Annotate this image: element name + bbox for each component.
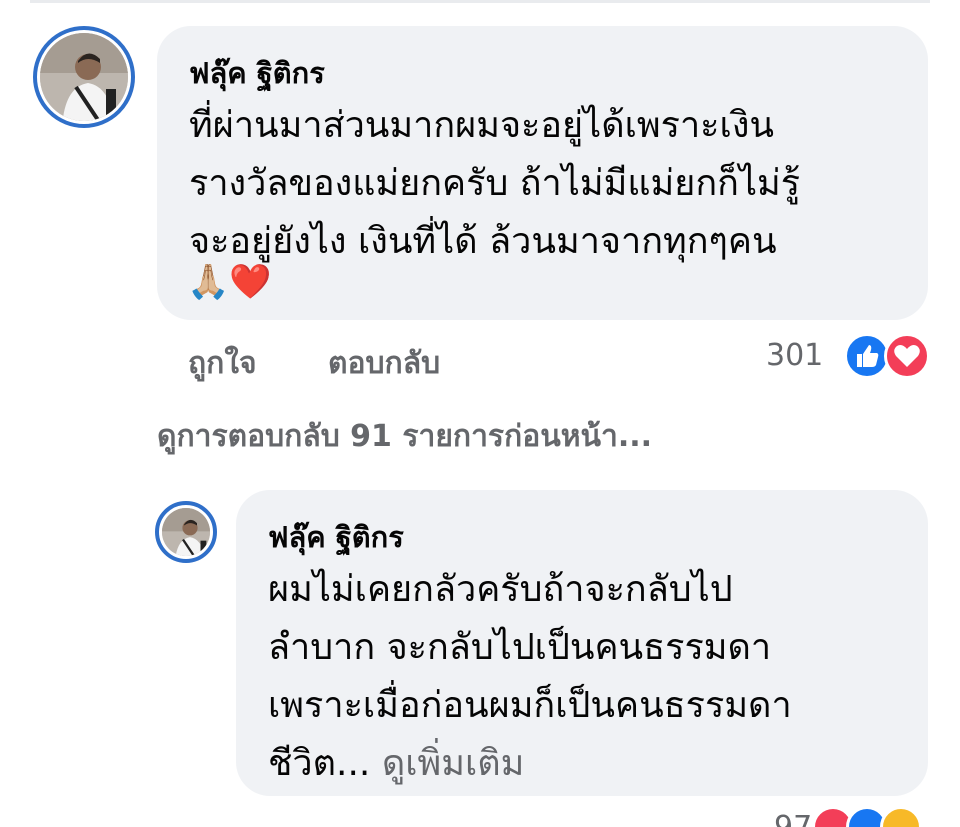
haha-icon	[880, 806, 922, 827]
reply-avatar[interactable]	[155, 501, 217, 563]
person-silhouette-icon	[40, 33, 128, 121]
reply-button[interactable]: ตอบกลับ	[328, 340, 440, 387]
avatar-photo	[40, 33, 128, 121]
comment-text-line: จะอยู่ยังไง เงินที่ได้ ล้วนมาจากทุกๆคน	[189, 221, 777, 262]
reaction-count[interactable]: 301	[766, 338, 823, 373]
reply-reaction-count[interactable]: 97	[774, 810, 812, 827]
like-button[interactable]: ถูกใจ	[188, 340, 257, 387]
avatar-photo	[162, 508, 210, 556]
view-previous-replies-link[interactable]: ดูการตอบกลับ 91 รายการก่อนหน้า...	[157, 413, 652, 460]
see-more-link[interactable]: ดูเพิ่มเติม	[382, 743, 525, 784]
reply-text-line-last: ชีวิต... ดูเพิ่มเติม	[268, 734, 524, 791]
reply-text-line: ผมไม่เคยกลัวครับถ้าจะกลับไป	[268, 569, 733, 610]
comment-text-line: รางวัลของแม่ยกครับ ถ้าไม่มีแม่ยกก็ไม่รู้	[189, 163, 801, 204]
comment-text-line: ที่ผ่านมาส่วนมากผมจะอยู่ได้เพราะเงิน	[189, 105, 774, 146]
reply-truncated-text: ชีวิต...	[268, 743, 371, 784]
comment-author[interactable]: ฟลุ๊ค ฐิติกร	[189, 50, 325, 96]
reply-author[interactable]: ฟลุ๊ค ฐิติกร	[268, 514, 404, 560]
reply-text-line: ลำบาก จะกลับไปเป็นคนธรรมดา	[268, 627, 772, 668]
reply-bubble: ฟลุ๊ค ฐิติกร ผมไม่เคยกลัวครับถ้าจะกลับไป…	[236, 490, 928, 796]
comment-thread: ฟลุ๊ค ฐิติกร ที่ผ่านมาส่วนมากผมจะอยู่ได้…	[0, 0, 960, 827]
reply-text-line: เพราะเมื่อก่อนผมก็เป็นคนธรรมดา	[268, 685, 792, 726]
divider	[30, 0, 930, 3]
person-silhouette-icon	[162, 508, 210, 556]
love-icon	[884, 333, 930, 379]
avatar[interactable]	[33, 26, 135, 128]
comment-bubble: ฟลุ๊ค ฐิติกร ที่ผ่านมาส่วนมากผมจะอยู่ได้…	[157, 26, 928, 320]
comment-emoji: 🙏🏼❤️	[187, 262, 272, 302]
